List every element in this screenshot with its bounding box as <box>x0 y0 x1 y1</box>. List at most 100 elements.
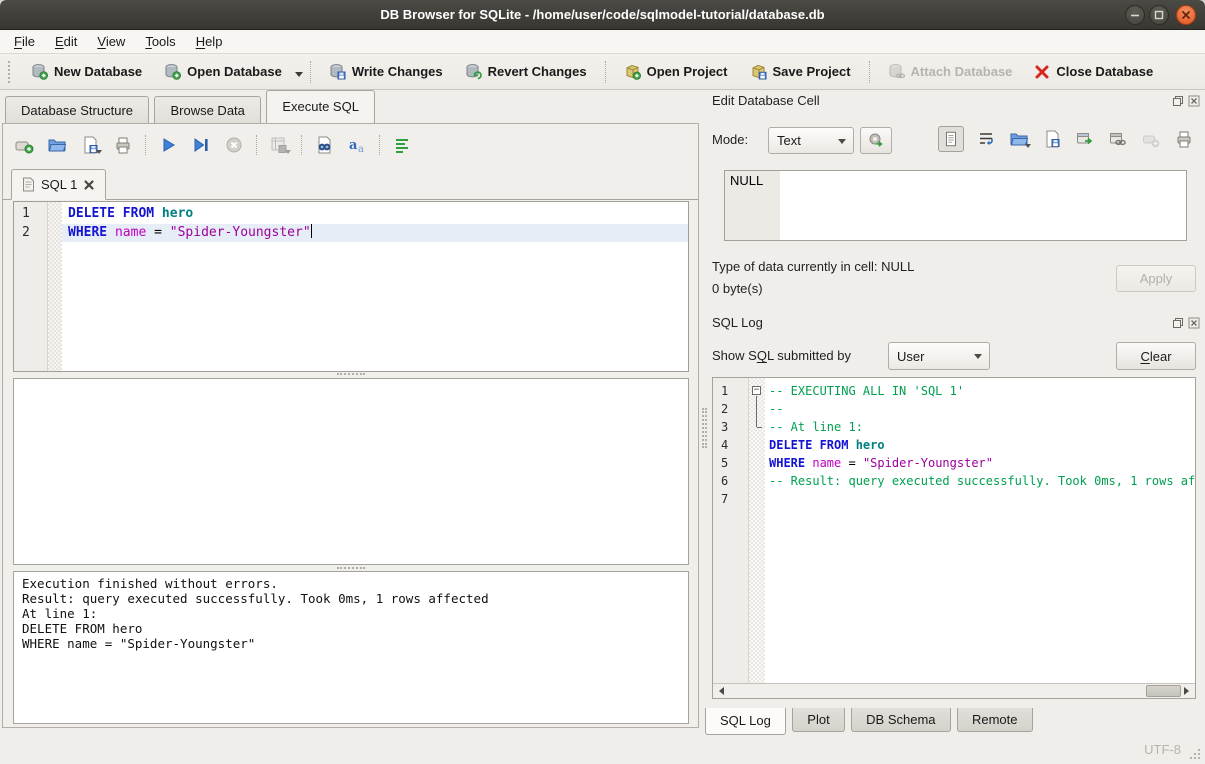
new-tab-icon <box>14 135 34 155</box>
close-panel-button[interactable] <box>1187 316 1200 329</box>
new-sql-tab-button[interactable] <box>13 134 35 156</box>
export-window-icon <box>1075 129 1095 149</box>
open-database-button[interactable]: Open Database <box>153 57 293 87</box>
import-from-file-button[interactable] <box>860 127 892 154</box>
resize-grip[interactable] <box>1189 748 1202 761</box>
tab-database-structure[interactable]: Database Structure <box>5 96 149 123</box>
log-line-7 <box>765 490 1195 508</box>
menu-edit[interactable]: Edit <box>45 30 87 53</box>
sql-file-tab[interactable]: SQL 1 <box>11 169 106 200</box>
save-results-dropdown-arrow <box>285 150 291 157</box>
fold-collapse-icon[interactable] <box>752 386 761 395</box>
toolbar-separator <box>310 61 311 83</box>
text-mode-button[interactable] <box>938 126 964 152</box>
database-attach-icon <box>888 63 905 80</box>
log-horizontal-scrollbar[interactable] <box>713 683 1195 698</box>
toolbar-drag-handle[interactable] <box>8 61 16 83</box>
set-null-icon <box>1141 129 1161 149</box>
dock-tab-db-schema[interactable]: DB Schema <box>851 708 950 732</box>
print-cell-button[interactable] <box>1173 128 1195 150</box>
auto-format-button[interactable]: a a <box>346 134 368 156</box>
open-project-button[interactable]: Open Project <box>613 57 739 87</box>
toolbar-separator <box>145 135 146 155</box>
sql-log-view[interactable]: 1 2 3 4 5 6 7 -- EXECUTING ALL IN 'SQL 1… <box>712 377 1196 699</box>
log-line-5: WHERE name = "Spider-Youngster" <box>765 454 1195 472</box>
float-panel-button[interactable] <box>1171 94 1184 107</box>
fold-guide-line <box>756 396 757 427</box>
import-cell-data-button[interactable] <box>1008 128 1030 150</box>
float-panel-icon <box>1172 317 1184 329</box>
dock-tab-remote[interactable]: Remote <box>957 708 1033 732</box>
execute-line-icon <box>191 135 211 155</box>
tab-browse-data[interactable]: Browse Data <box>154 96 260 123</box>
dock-tab-sql-log[interactable]: SQL Log <box>705 708 786 735</box>
svg-text:a: a <box>349 138 358 153</box>
toggle-results-button[interactable] <box>391 134 413 156</box>
save-project-button[interactable]: Save Project <box>739 57 862 87</box>
float-panel-button[interactable] <box>1171 316 1184 329</box>
open-sql-file-button[interactable] <box>46 134 68 156</box>
sql-file-tabbar: SQL 1 <box>3 168 698 200</box>
results-grid[interactable] <box>13 378 689 565</box>
text-cursor <box>311 224 312 238</box>
window-title: DB Browser for SQLite - /home/user/code/… <box>0 0 1205 30</box>
export-cell-data-button[interactable] <box>1041 128 1063 150</box>
editor-fold-margin <box>48 202 62 371</box>
stop-execution-button <box>223 134 245 156</box>
results-message-splitter[interactable] <box>337 567 365 570</box>
menubar: File Edit View Tools Help <box>0 30 1205 54</box>
cell-value-editor[interactable]: NULL <box>724 170 1187 241</box>
scroll-right-arrow[interactable] <box>1180 684 1195 698</box>
minimize-button[interactable] <box>1125 5 1145 25</box>
copy-link-button[interactable] <box>1107 128 1129 150</box>
right-pane: Edit Database Cell Mode: Text <box>705 90 1205 735</box>
cell-editor-toolbar <box>938 126 1195 152</box>
write-changes-button[interactable]: Write Changes <box>318 57 454 87</box>
mode-combo[interactable]: Text <box>768 127 854 154</box>
close-database-button[interactable]: Close Database <box>1023 57 1164 87</box>
maximize-button[interactable] <box>1149 5 1169 25</box>
save-sql-file-button[interactable] <box>79 134 101 156</box>
execute-line-button[interactable] <box>190 134 212 156</box>
menu-help[interactable]: Help <box>186 30 233 53</box>
word-wrap-button[interactable] <box>975 128 997 150</box>
open-in-external-button[interactable] <box>1074 128 1096 150</box>
new-database-button[interactable]: New Database <box>20 57 153 87</box>
revert-changes-button[interactable]: Revert Changes <box>454 57 598 87</box>
scrollbar-thumb[interactable] <box>1146 685 1181 697</box>
scroll-left-arrow[interactable] <box>713 684 728 698</box>
sql-log-filter-combo[interactable]: User <box>888 342 990 370</box>
menu-tools[interactable]: Tools <box>135 30 185 53</box>
titlebar[interactable]: DB Browser for SQLite - /home/user/code/… <box>0 0 1205 30</box>
dock-tabbar: SQL Log Plot DB Schema Remote <box>705 708 1035 735</box>
minimize-icon <box>1130 10 1140 20</box>
toolbar-separator <box>256 135 257 155</box>
main-tabbar: Database Structure Browse Data Execute S… <box>0 90 705 123</box>
chevron-down-icon <box>838 139 846 148</box>
save-dropdown-arrow <box>96 150 102 157</box>
open-database-dropdown[interactable] <box>295 72 303 81</box>
editor-code-area[interactable]: DELETE FROM hero WHERE name = "Spider-Yo… <box>62 202 688 371</box>
stop-icon <box>224 135 244 155</box>
sql-editor[interactable]: 1 2 DELETE FROM hero WHERE name = "Spide… <box>13 201 689 372</box>
toolbar-separator <box>379 135 380 155</box>
close-tab-icon[interactable] <box>83 179 95 191</box>
auto-format-icon: a a <box>347 135 367 155</box>
clear-log-button[interactable]: Clear <box>1116 342 1196 370</box>
encoding-indicator[interactable]: UTF-8 <box>1144 742 1181 757</box>
print-sql-button[interactable] <box>112 134 134 156</box>
execution-message-pane[interactable]: Execution finished without errors.Result… <box>13 571 689 724</box>
find-button[interactable] <box>313 134 335 156</box>
menu-file[interactable]: File <box>4 30 45 53</box>
menu-view[interactable]: View <box>87 30 135 53</box>
database-new-icon <box>31 63 48 80</box>
execute-all-button[interactable] <box>157 134 179 156</box>
dock-tab-plot[interactable]: Plot <box>792 708 844 732</box>
close-button[interactable] <box>1176 5 1196 25</box>
toolbar-separator <box>301 135 302 155</box>
tab-execute-sql[interactable]: Execute SQL <box>266 90 375 123</box>
database-open-icon <box>164 63 181 80</box>
close-panel-button[interactable] <box>1187 94 1200 107</box>
execute-sql-page: a a SQL 1 <box>2 123 699 728</box>
editor-results-splitter[interactable] <box>337 373 365 376</box>
